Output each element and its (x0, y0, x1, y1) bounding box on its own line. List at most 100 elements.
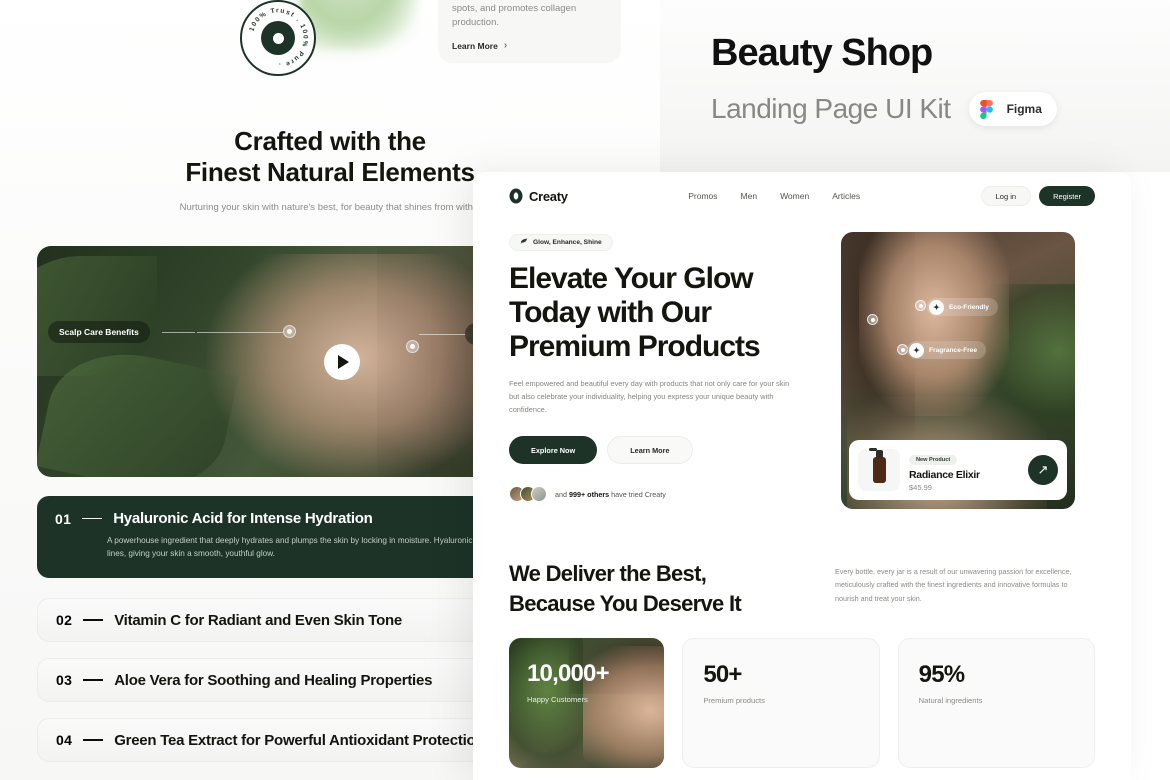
login-button[interactable]: Log in (980, 186, 1032, 206)
product-thumbnail (858, 448, 900, 491)
stat-card-premium-products: 50+ Premium products (682, 638, 880, 769)
website-mockup: Creaty Promos Men Women Articles Log in … (473, 172, 1131, 780)
deliver-heading-line1: We Deliver the Best, (509, 561, 707, 586)
kit-header-panel (660, 0, 1170, 172)
accordion-title: Green Tea Extract for Powerful Antioxida… (114, 731, 485, 749)
figma-badge[interactable]: Figma (968, 92, 1057, 126)
nav-link-women[interactable]: Women (780, 191, 809, 201)
creaty-logo-icon (509, 188, 523, 204)
stat-label: Natural ingredients (918, 696, 983, 706)
arrow-up-right-icon[interactable]: ↗ (1028, 455, 1058, 485)
figma-icon (974, 97, 999, 121)
video-hotspot-chip-1[interactable]: Scalp Care Benefits (48, 321, 150, 343)
stat-label: Premium products (703, 696, 765, 706)
accordion-number: 01 (55, 510, 72, 527)
deliver-heading: We Deliver the Best, Because You Deserve… (509, 559, 799, 618)
product-badge: New Product (909, 455, 958, 465)
page-subtitle-row: Landing Page UI Kit Figma (711, 92, 1057, 126)
avatar (531, 486, 547, 503)
avatar-group (509, 486, 547, 503)
hero-tag-dot-2[interactable] (915, 300, 926, 311)
accordion-header: 03 Aloe Vera for Soothing and Healing Pr… (56, 672, 432, 689)
model-face-decoration (859, 232, 1009, 416)
info-card-learn-more-link[interactable]: Learn More › (452, 40, 607, 51)
stat-text: 10,000+ Happy Customers (527, 660, 610, 705)
hero-tag-eco-friendly[interactable]: ✦ Eco-Friendly (927, 298, 998, 316)
figma-badge-label: Figma (1006, 102, 1042, 116)
hero-tag-label-1: Eco-Friendly (949, 303, 989, 311)
accordion-number: 02 (56, 612, 73, 628)
hero-buttons: Explore Now Learn More (509, 436, 801, 465)
social-proof: and 999+ others have tried Creaty (509, 486, 801, 503)
hero-heading: Elevate Your Glow Today with Our Premium… (509, 261, 761, 363)
hero-tag-fragrance-free[interactable]: ✦ Fragrance-Free (907, 341, 987, 359)
accordion-dash-icon (83, 679, 104, 681)
hotspot-connector-line (162, 332, 195, 333)
accordion-title: Aloe Vera for Soothing and Healing Prope… (114, 671, 433, 689)
stat-card-happy-customers: 10,000+ Happy Customers (509, 638, 665, 769)
svg-text:100% Trust . 100% Pure .: 100% Trust . 100% Pure . (248, 7, 308, 68)
social-count: 999+ others (569, 489, 610, 499)
seal-ring-text: 100% Trust . 100% Pure . (248, 7, 308, 68)
info-card-learn-more-label: Learn More (452, 40, 498, 51)
accordion-dash-icon (83, 739, 104, 741)
nav-actions: Log in Register (980, 186, 1095, 206)
learn-more-button[interactable]: Learn More (607, 436, 693, 465)
page-title: Beauty Shop (711, 32, 933, 74)
brand-name: Creaty (529, 188, 568, 204)
product-price: $45.99 (909, 483, 932, 492)
chevron-right-icon: › (503, 40, 508, 51)
hero-content: Glow, Enhance, Shine Elevate Your Glow T… (509, 232, 801, 509)
sparkle-icon: ✦ (909, 342, 924, 358)
accordion-header: 04 Green Tea Extract for Powerful Antiox… (56, 731, 485, 749)
product-name: Radiance Elixir (909, 469, 980, 481)
ingredient-info-card: Brightens the skin, reduces dark spots, … (438, 0, 621, 63)
hero-eyebrow-label: Glow, Enhance, Shine (533, 238, 602, 246)
stats-row: 10,000+ Happy Customers 50+ Premium prod… (473, 618, 1131, 769)
product-meta: New Product Radiance Elixir $45.99 (909, 448, 1019, 492)
accordion-number: 03 (56, 672, 73, 688)
stat-value: 50+ (703, 661, 742, 689)
accordion-number: 04 (56, 732, 73, 748)
stat-value: 95% (918, 661, 965, 689)
sparkle-icon: ✦ (929, 299, 944, 315)
hero-image-card: ✦ Eco-Friendly ✦ Fragrance-Free New Prod… (841, 232, 1075, 509)
social-prefix: and (555, 489, 569, 499)
accordion-header: 02 Vitamin C for Radiant and Even Skin T… (56, 612, 402, 629)
video-hotspot-label-1: Scalp Care Benefits (59, 327, 139, 337)
play-icon[interactable] (324, 343, 360, 380)
accordion-dash-icon (82, 517, 103, 520)
hero-section: Glow, Enhance, Shine Elevate Your Glow T… (473, 220, 1131, 509)
register-button[interactable]: Register (1039, 186, 1095, 206)
hero-eyebrow-pill: Glow, Enhance, Shine (509, 233, 613, 251)
brand-logo[interactable]: Creaty (509, 188, 568, 204)
hotspot-connector-line (197, 332, 283, 333)
accordion-title: Vitamin C for Radiant and Even Skin Tone (114, 611, 403, 629)
stat-label: Happy Customers (527, 695, 588, 705)
page-subtitle: Landing Page UI Kit (711, 93, 951, 124)
hero-tag-label-2: Fragrance-Free (929, 346, 978, 354)
deliver-paragraph: Every bottle, every jar is a result of o… (835, 567, 1072, 603)
showcase-heading-line1: Crafted with the (234, 126, 426, 156)
social-proof-text: and 999+ others have tried Creaty (555, 490, 666, 499)
nav-link-promos[interactable]: Promos (688, 191, 717, 201)
screenshot-root: 100% Trust . 100% Pure . Brightens the s… (0, 0, 1170, 780)
nav-link-articles[interactable]: Articles (832, 191, 860, 201)
accordion-dash-icon (83, 619, 104, 621)
bottle-icon (868, 448, 886, 483)
stat-value: 10,000+ (527, 660, 610, 688)
explore-now-button[interactable]: Explore Now (509, 436, 598, 465)
video-hotspot-dot-2[interactable] (406, 340, 419, 353)
info-card-body: Brightens the skin, reduces dark spots, … (452, 2, 577, 29)
nav-link-men[interactable]: Men (741, 191, 758, 201)
hero-tag-dot-1[interactable] (867, 314, 878, 325)
site-navbar: Creaty Promos Men Women Articles Log in … (473, 172, 1131, 220)
stat-card-natural-ingredients: 95% Natural ingredients (897, 638, 1095, 769)
nav-links: Promos Men Women Articles (688, 191, 860, 201)
product-bottle-decoration (300, 0, 420, 50)
accordion-title: Hyaluronic Acid for Intense Hydration (113, 510, 373, 527)
deliver-heading-line2: Because You Deserve It (509, 590, 742, 616)
leaf-sprout-icon (520, 237, 528, 247)
video-hotspot-dot-1[interactable] (283, 325, 296, 338)
product-card[interactable]: New Product Radiance Elixir $45.99 ↗ (849, 440, 1067, 500)
